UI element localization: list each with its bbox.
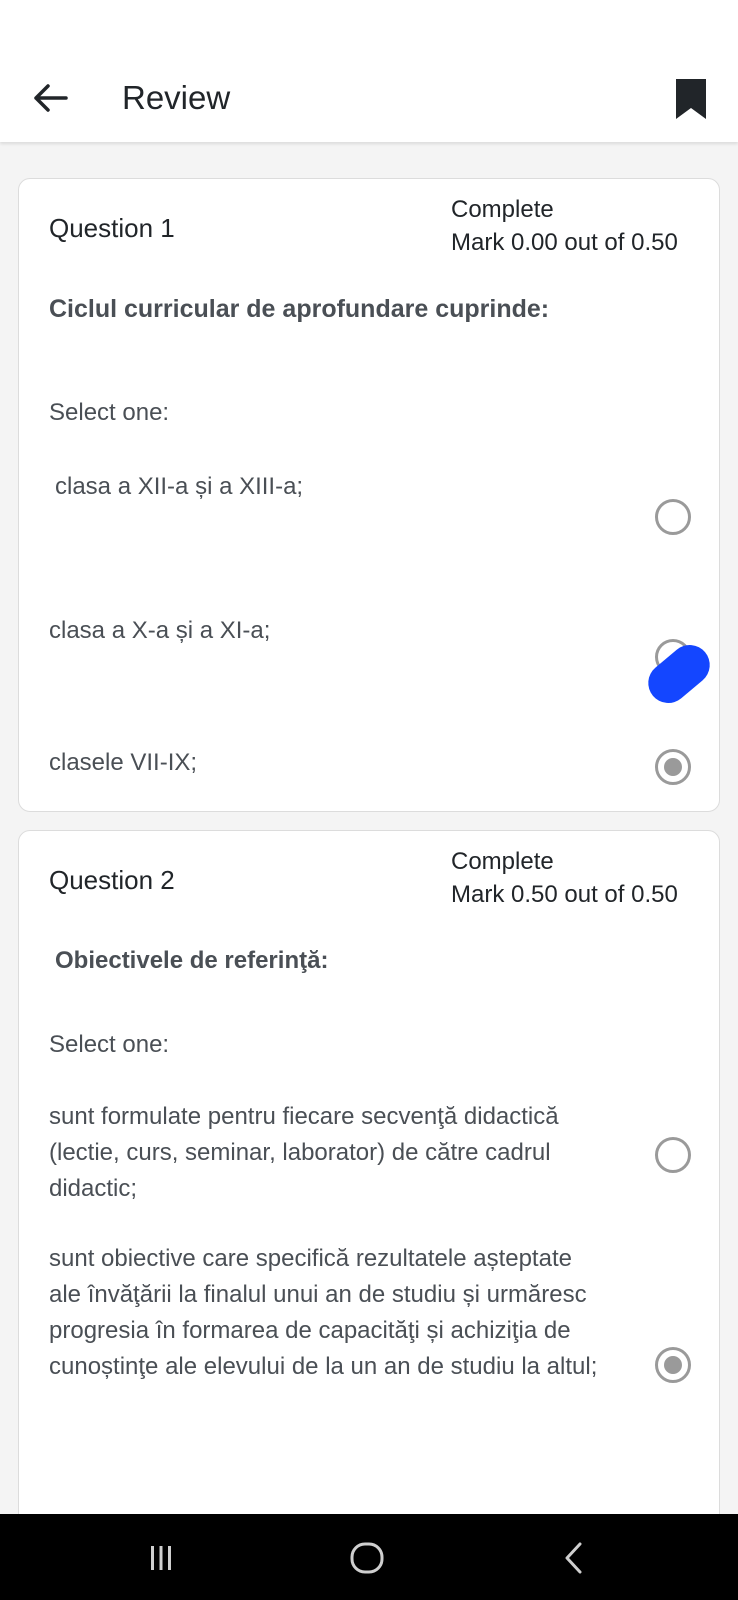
answer-option-label[interactable]: sunt obiective care specifică rezultatel…: [49, 1241, 609, 1385]
answer-option-label[interactable]: clasa a XII-a și a XIII-a;: [55, 469, 615, 505]
nav-back-button[interactable]: [552, 1536, 596, 1580]
answer-radio-selected[interactable]: [655, 1347, 691, 1383]
question-card: Question 2 Complete Mark 0.50 out of 0.5…: [18, 830, 720, 1514]
arrow-left-icon: [34, 84, 68, 112]
question-card: Question 1 Complete Mark 0.00 out of 0.5…: [18, 178, 720, 812]
back-button[interactable]: [30, 78, 70, 118]
answer-radio[interactable]: [655, 1137, 691, 1173]
question-state: Complete Mark 0.00 out of 0.50: [451, 193, 678, 259]
home-button[interactable]: [345, 1536, 389, 1580]
select-one-label: Select one:: [49, 399, 170, 426]
select-one-label: Select one:: [49, 1031, 170, 1058]
question-mark: Mark 0.00 out of 0.50: [451, 229, 678, 256]
answer-option-label[interactable]: sunt formulate pentru fiecare secvenţă d…: [49, 1099, 609, 1207]
question-text: Obiectivele de referinţă:: [55, 947, 329, 974]
question-status: Complete: [451, 848, 554, 875]
selection-marker: [640, 636, 718, 712]
question-title: Question 2: [49, 865, 175, 895]
bookmark-icon: [676, 79, 706, 119]
answer-option-label[interactable]: clasele VII-IX;: [49, 745, 609, 781]
system-nav-bar: [0, 1514, 738, 1600]
answer-option-label[interactable]: clasa a X-a și a XI-a;: [49, 613, 609, 649]
recents-button[interactable]: [139, 1536, 183, 1580]
recents-icon: [151, 1546, 171, 1570]
answer-radio[interactable]: [655, 499, 691, 535]
question-text: Ciclul curricular de aprofundare cuprind…: [49, 295, 550, 323]
answer-radio-selected[interactable]: [655, 749, 691, 785]
app-bar: Review: [0, 0, 738, 142]
review-content[interactable]: Question 1 Complete Mark 0.00 out of 0.5…: [0, 142, 738, 1514]
question-mark: Mark 0.50 out of 0.50: [451, 881, 678, 908]
home-icon: [350, 1542, 384, 1574]
question-status: Complete: [451, 196, 554, 223]
page-title: Review: [122, 79, 231, 116]
nav-back-icon: [565, 1542, 582, 1574]
question-title: Question 1: [49, 213, 175, 243]
bookmark-button[interactable]: [668, 74, 714, 124]
question-state: Complete Mark 0.50 out of 0.50: [451, 845, 678, 911]
